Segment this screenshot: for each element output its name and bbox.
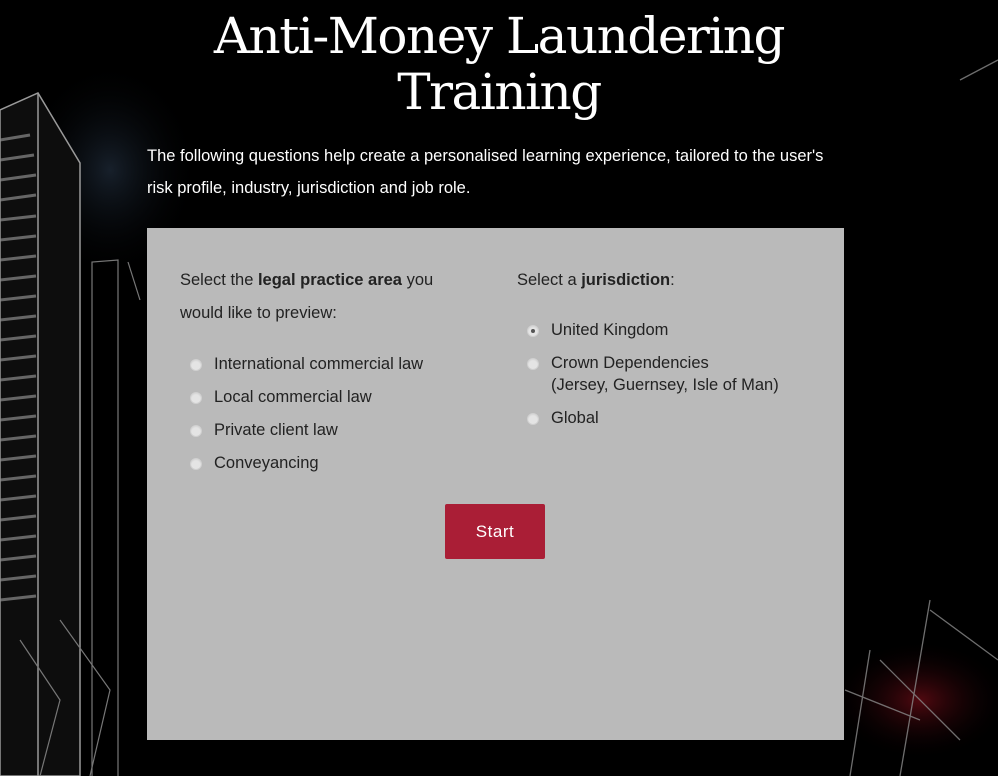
- option-label[interactable]: United Kingdom: [551, 319, 668, 341]
- radio-button[interactable]: [190, 458, 202, 470]
- practice-option-international-commercial[interactable]: International commercial law: [180, 353, 480, 375]
- option-label[interactable]: Private client law: [214, 419, 338, 441]
- jurisdiction-option-global[interactable]: Global: [517, 407, 827, 429]
- practice-option-conveyancing[interactable]: Conveyancing: [180, 452, 480, 474]
- title-line-2: Training: [397, 63, 602, 121]
- option-label[interactable]: Crown Dependencies: [551, 354, 709, 372]
- jurisdiction-group: Select a jurisdiction: United Kingdom Cr…: [517, 264, 827, 440]
- radio-button[interactable]: [190, 392, 202, 404]
- radio-button[interactable]: [527, 413, 539, 425]
- title-line-1: Anti-Money Laundering: [213, 7, 786, 65]
- radio-button[interactable]: [190, 359, 202, 371]
- practice-area-prompt: Select the legal practice area you would…: [180, 271, 434, 322]
- practice-area-options: International commercial law Local comme…: [180, 353, 480, 474]
- jurisdiction-option-united-kingdom[interactable]: United Kingdom: [517, 319, 827, 341]
- radio-button-selected[interactable]: [527, 325, 539, 337]
- option-label[interactable]: Conveyancing: [214, 452, 319, 474]
- option-sublabel[interactable]: (Jersey, Guernsey, Isle of Man): [551, 376, 779, 394]
- building-sketch: [0, 92, 81, 776]
- practice-option-private-client[interactable]: Private client law: [180, 419, 480, 441]
- jurisdiction-options: United Kingdom Crown Dependencies (Jerse…: [517, 319, 827, 429]
- practice-option-local-commercial[interactable]: Local commercial law: [180, 386, 480, 408]
- jurisdiction-prompt: Select a jurisdiction:: [517, 271, 675, 289]
- practice-area-group: Select the legal practice area you would…: [180, 264, 480, 485]
- preferences-panel: Select the legal practice area you would…: [147, 228, 844, 740]
- option-label[interactable]: Local commercial law: [214, 386, 372, 408]
- jurisdiction-option-crown-dependencies[interactable]: Crown Dependencies (Jersey, Guernsey, Is…: [517, 352, 827, 396]
- option-label[interactable]: Global: [551, 407, 599, 429]
- radio-button[interactable]: [190, 425, 202, 437]
- page-title: Anti-Money Laundering Training: [0, 8, 998, 120]
- intro-text: The following questions help create a pe…: [147, 147, 824, 197]
- option-label[interactable]: International commercial law: [214, 353, 423, 375]
- radio-button[interactable]: [527, 358, 539, 370]
- start-button[interactable]: Start: [445, 504, 545, 559]
